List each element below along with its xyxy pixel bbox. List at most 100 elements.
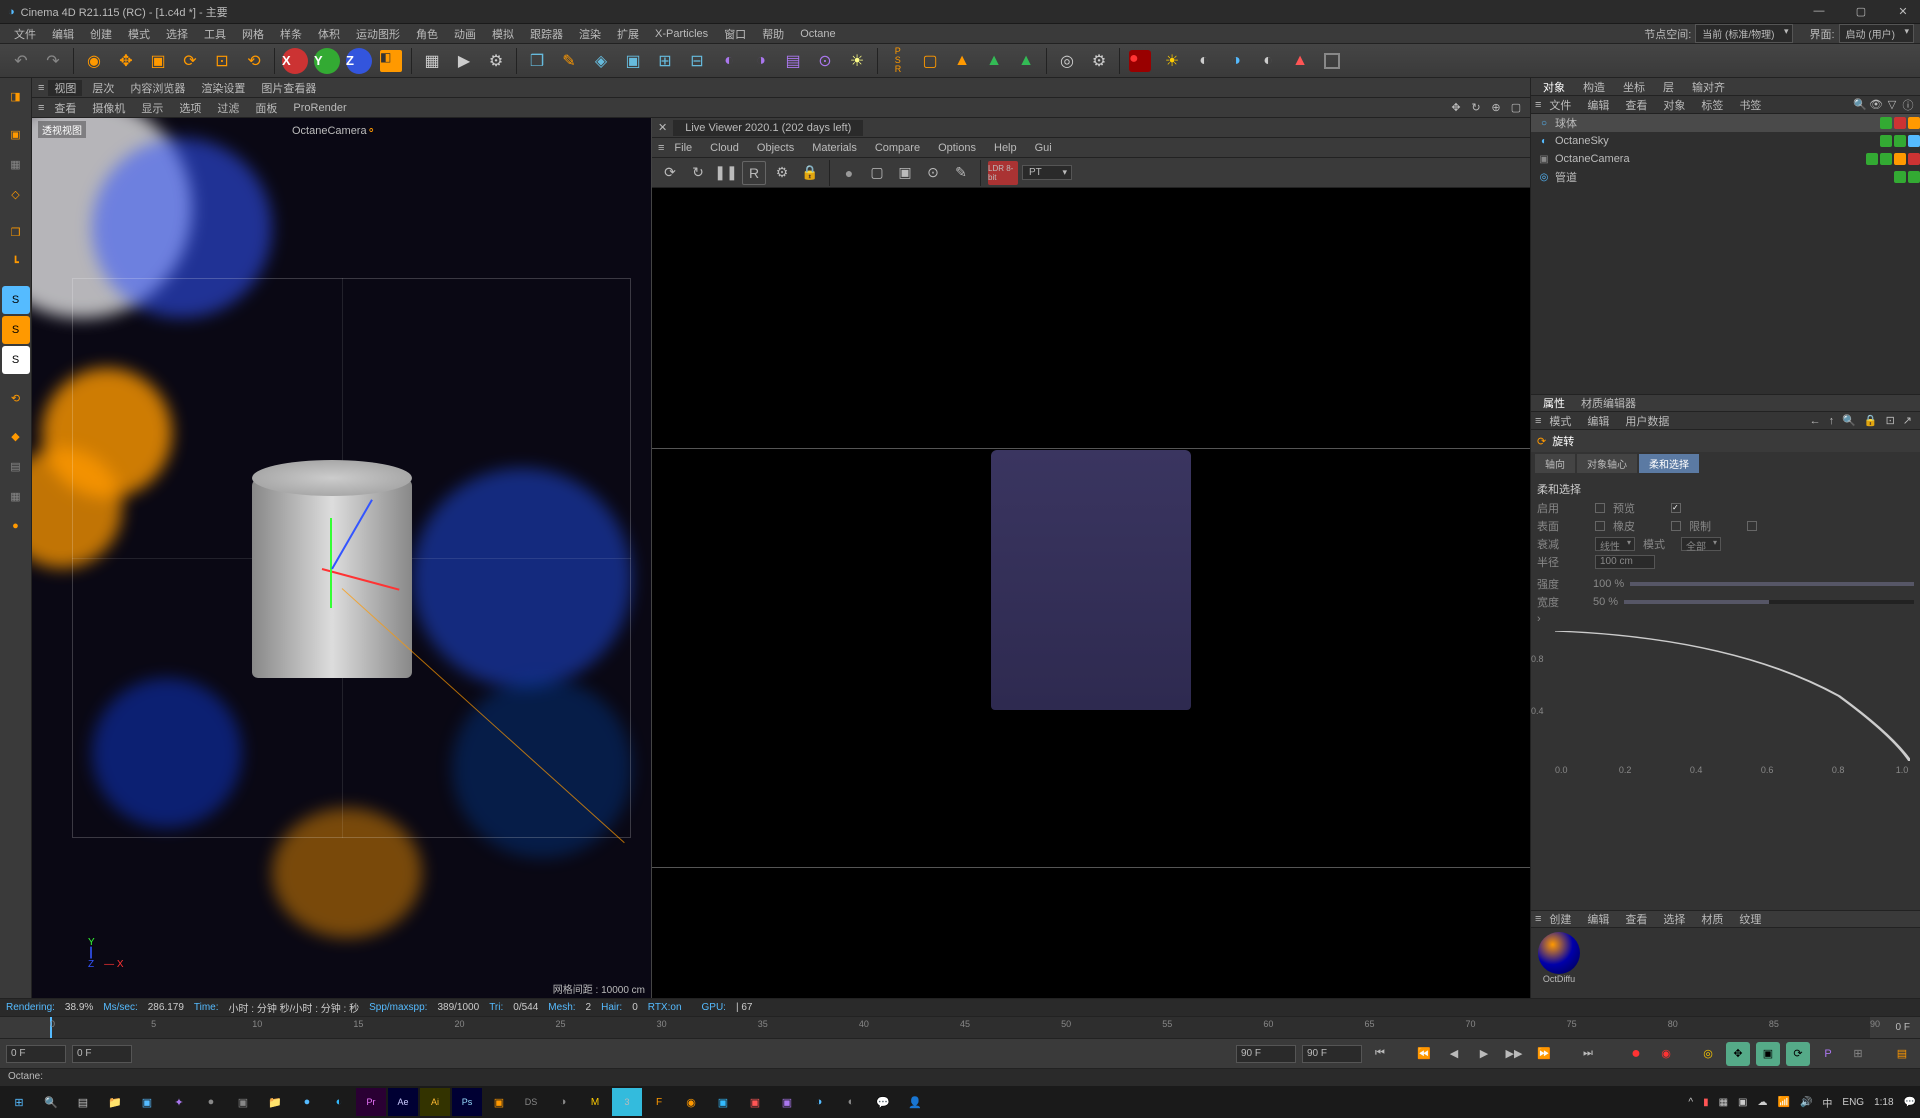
task-app10[interactable]: 3 (612, 1088, 642, 1116)
task-app11[interactable]: F (644, 1088, 674, 1116)
lv-pause-button[interactable]: ❚❚ (714, 161, 738, 185)
viewtab-pictureviewer[interactable]: 图片查看器 (255, 80, 322, 96)
drop-mode[interactable]: 全部 (1681, 537, 1721, 551)
timeline[interactable]: 051015202530354045505560657075808590 0 F (0, 1016, 1920, 1038)
prev-key-button[interactable]: ⏪ (1412, 1042, 1436, 1066)
octane-bw-button[interactable]: ◐ (1253, 46, 1283, 76)
om-objects[interactable]: 对象 (1655, 97, 1693, 113)
close-button[interactable]: ✕ (1894, 5, 1912, 18)
extrude-button[interactable]: ▣ (618, 46, 648, 76)
vp-nav-3-icon[interactable]: ⊕ (1488, 100, 1504, 116)
am-pop-icon[interactable]: ↗ (1899, 414, 1916, 427)
tweak-button[interactable]: ⟲ (2, 384, 30, 412)
scale-button[interactable]: ▣ (143, 46, 173, 76)
vpmenu-panel[interactable]: 面板 (249, 100, 283, 116)
menu-animate[interactable]: 动画 (446, 26, 484, 42)
hamburger-icon[interactable]: ≡ (38, 82, 44, 94)
camera-prim-button[interactable]: ⊙ (810, 46, 840, 76)
menu-mesh[interactable]: 网格 (234, 26, 272, 42)
lv-compare-button[interactable]: ▣ (893, 161, 917, 185)
minimize-button[interactable]: — (1810, 5, 1828, 18)
lv-kernel-dropdown[interactable]: PT (1022, 165, 1072, 180)
frame-end1-input[interactable]: 90 F (1236, 1045, 1296, 1063)
task-ai[interactable]: Ai (420, 1088, 450, 1116)
task-app14[interactable]: ▣ (740, 1088, 770, 1116)
goto-start-button[interactable]: ⏮ (1368, 1042, 1392, 1066)
gizmo-y-axis[interactable] (330, 518, 332, 608)
mm-material[interactable]: 材质 (1693, 911, 1731, 927)
lock-z-button[interactable]: Z (344, 46, 374, 76)
node-space-dropdown[interactable]: 当前 (标准/物理) (1695, 24, 1793, 43)
slider-strength[interactable] (1630, 582, 1914, 586)
octane-gear-button[interactable]: ⚙ (1084, 46, 1114, 76)
lv-settings-button[interactable]: ⚙ (770, 161, 794, 185)
object-row[interactable]: ◎管道 (1531, 168, 1920, 186)
floor-button[interactable]: ▤ (778, 46, 808, 76)
render-view-button[interactable]: ▦ (417, 46, 447, 76)
input-radius[interactable]: 100 cm (1595, 555, 1655, 569)
tray-icon4[interactable]: ☁ (1758, 1097, 1768, 1108)
am-back-icon[interactable]: ← (1806, 415, 1825, 427)
locked-workplane-button[interactable]: ● (2, 512, 30, 540)
cb-preview[interactable] (1671, 503, 1681, 513)
menu-character[interactable]: 角色 (408, 26, 446, 42)
input-width[interactable]: 50 % (1593, 596, 1618, 608)
vp-nav-2-icon[interactable]: ↻ (1468, 100, 1484, 116)
bend-button[interactable]: ◐ (714, 46, 744, 76)
om-edit[interactable]: 编辑 (1579, 97, 1617, 113)
viewport-camera-name[interactable]: OctaneCamera⚬ (292, 124, 376, 137)
om-filter-icon[interactable]: ▽ (1884, 98, 1900, 111)
octane-sun-button[interactable]: ☀ (1157, 46, 1187, 76)
key-pos-button[interactable]: ◎ (1696, 1042, 1720, 1066)
task-chrome[interactable]: ● (292, 1088, 322, 1116)
menu-tracker[interactable]: 跟踪器 (522, 26, 571, 42)
lv-close-icon[interactable]: ✕ (652, 121, 673, 134)
tray-wifi-icon[interactable]: 📶 (1778, 1097, 1790, 1108)
lv-channel-button[interactable]: ● (837, 161, 861, 185)
tag-icon[interactable] (1908, 153, 1920, 165)
key-sel2-button[interactable]: ▣ (1756, 1042, 1780, 1066)
layout-dropdown[interactable]: 启动 (用户) (1839, 24, 1914, 43)
tab-structure[interactable]: 构造 (1575, 78, 1613, 96)
lv-picker-button[interactable]: ✎ (949, 161, 973, 185)
om-info-icon[interactable]: ⓘ (1900, 97, 1916, 113)
menu-edit[interactable]: 编辑 (44, 26, 82, 42)
next-key-button[interactable]: ⏩ (1532, 1042, 1556, 1066)
play-button[interactable]: ▶ (1472, 1042, 1496, 1066)
lvmenu-options[interactable]: Options (930, 142, 984, 154)
tray-icon3[interactable]: ▣ (1738, 1097, 1747, 1108)
snap-button[interactable]: ▦ (2, 482, 30, 510)
subtab-softselect[interactable]: 柔和选择 (1639, 454, 1699, 473)
task-app3[interactable]: ● (196, 1088, 226, 1116)
search-button[interactable]: 🔍 (36, 1088, 66, 1116)
task-explorer[interactable]: 📁 (100, 1088, 130, 1116)
mm-texture[interactable]: 纹理 (1731, 911, 1769, 927)
vpmenu-display[interactable]: 显示 (135, 100, 169, 116)
lock-x-button[interactable]: X (280, 46, 310, 76)
extra4-button[interactable]: ▲ (1011, 46, 1041, 76)
falloff-graph[interactable]: 0.8 0.4 0.0 0.2 0.4 0.6 0.8 1.0 (1555, 631, 1910, 761)
octane-settings-button[interactable]: ◎ (1052, 46, 1082, 76)
extra3-button[interactable]: ▲ (979, 46, 1009, 76)
object-row[interactable]: ◐OctaneSky (1531, 132, 1920, 150)
tray-expand-icon[interactable]: ^ (1688, 1097, 1693, 1108)
am-userdata[interactable]: 用户数据 (1617, 413, 1677, 429)
tray-notifications-icon[interactable]: 💬 (1904, 1097, 1916, 1108)
tag-icon[interactable] (1880, 135, 1892, 147)
tag-icon[interactable] (1908, 135, 1920, 147)
key-sel1-button[interactable]: ✥ (1726, 1042, 1750, 1066)
om-bookmarks[interactable]: 书签 (1731, 97, 1769, 113)
task-app12[interactable]: ◉ (676, 1088, 706, 1116)
mm-edit[interactable]: 编辑 (1579, 911, 1617, 927)
redo-button[interactable]: ↷ (38, 46, 68, 76)
live-select-button[interactable]: ◉ (79, 46, 109, 76)
vpmenu-prorender[interactable]: ProRender (287, 102, 352, 114)
menu-simulate[interactable]: 模拟 (484, 26, 522, 42)
tag-icon[interactable] (1880, 117, 1892, 129)
lv-region-button[interactable]: R (742, 161, 766, 185)
coord-system-button[interactable]: ◧ (376, 46, 406, 76)
menu-mograph[interactable]: 运动图形 (348, 26, 408, 42)
menu-render[interactable]: 渲染 (571, 26, 609, 42)
autokey-button[interactable]: ◉ (1654, 1042, 1678, 1066)
start-button[interactable]: ⊞ (4, 1088, 34, 1116)
